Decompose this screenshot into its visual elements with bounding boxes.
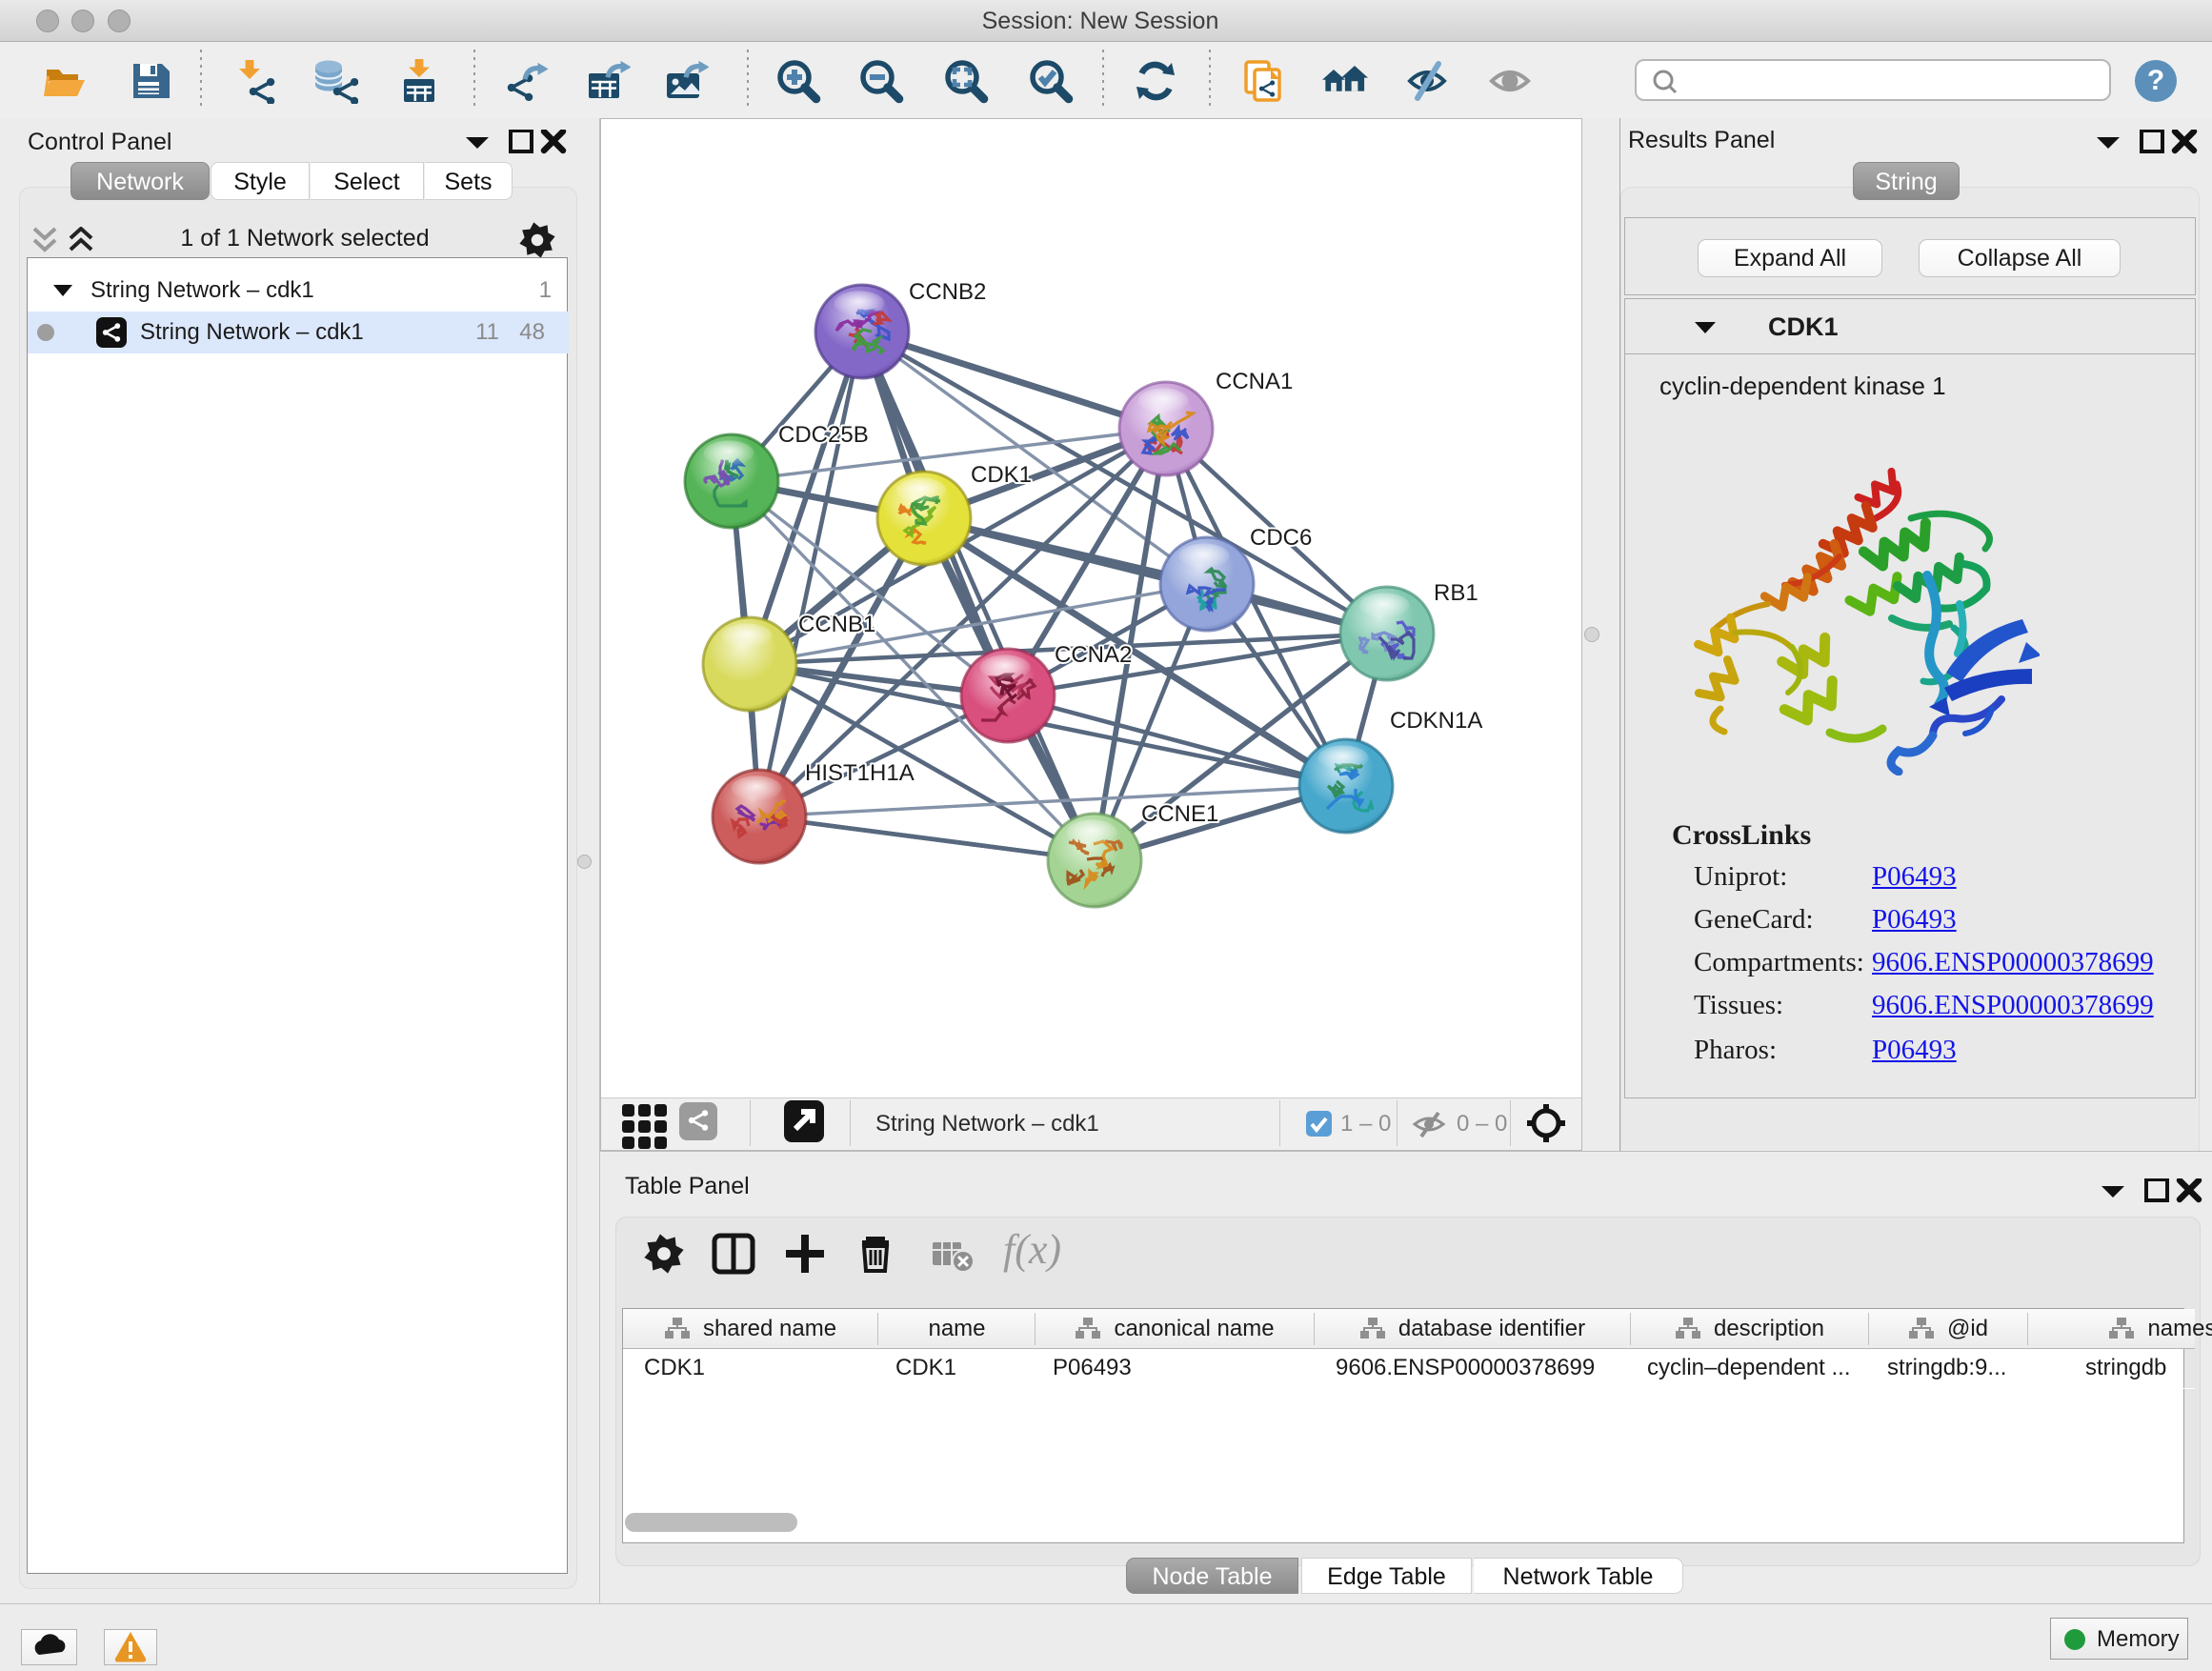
svg-text:RB1: RB1	[1434, 580, 1478, 606]
svg-text:CCNA2: CCNA2	[1055, 642, 1132, 668]
svg-text:CDC6: CDC6	[1250, 525, 1312, 551]
svg-text:CDK1: CDK1	[971, 462, 1032, 488]
svg-text:HIST1H1A: HIST1H1A	[805, 760, 915, 786]
svg-text:CDKN1A: CDKN1A	[1390, 708, 1482, 734]
svg-text:CCNB2: CCNB2	[909, 279, 986, 305]
svg-text:CCNA1: CCNA1	[1216, 369, 1293, 394]
svg-text:CCNB1: CCNB1	[798, 612, 875, 637]
svg-text:?: ?	[2147, 65, 2164, 96]
svg-text:CCNE1: CCNE1	[1141, 801, 1218, 827]
svg-text:CDC25B: CDC25B	[778, 422, 869, 448]
